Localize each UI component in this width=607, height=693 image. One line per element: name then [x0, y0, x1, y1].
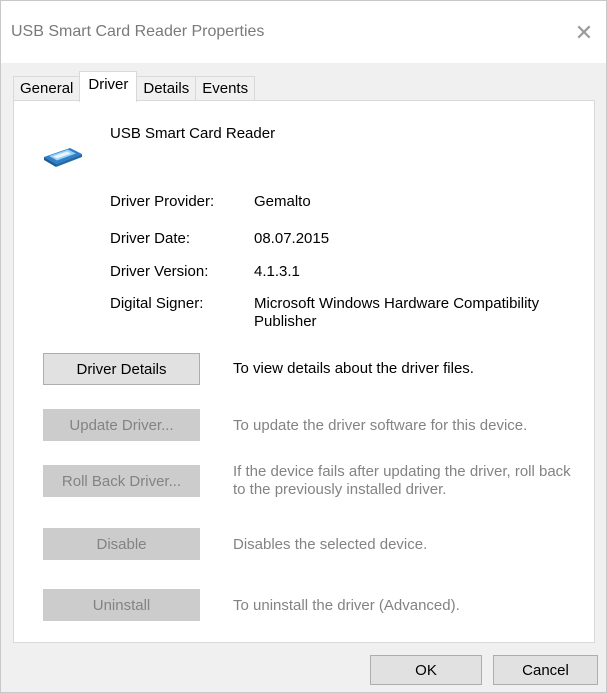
tab-driver[interactable]: Driver	[79, 71, 138, 102]
driver-version-value: 4.1.3.1	[254, 263, 300, 280]
update-driver-description: To update the driver software for this d…	[233, 417, 528, 434]
uninstall-device-button[interactable]: Uninstall	[43, 589, 200, 621]
tab-events[interactable]: Events	[195, 76, 256, 101]
update-driver-button[interactable]: Update Driver...	[43, 409, 200, 441]
title-bar: USB Smart Card Reader Properties ✕	[1, 1, 606, 63]
disable-device-button[interactable]: Disable	[43, 528, 200, 560]
tab-strip: General Driver Details Events	[13, 71, 256, 102]
roll-back-driver-button[interactable]: Roll Back Driver...	[43, 465, 200, 497]
driver-details-description: To view details about the driver files.	[233, 360, 474, 377]
close-button[interactable]: ✕	[562, 13, 606, 53]
digital-signer-label: Digital Signer:	[110, 295, 204, 312]
driver-version-label: Driver Version:	[110, 263, 209, 280]
digital-signer-value: Microsoft Windows Hardware Compatibility…	[254, 295, 540, 330]
tab-details[interactable]: Details	[136, 76, 197, 101]
smart-card-reader-icon	[44, 148, 82, 167]
driver-date-value: 08.07.2015	[254, 230, 330, 247]
driver-provider-value: Gemalto	[254, 193, 311, 210]
window-title: USB Smart Card Reader Properties	[11, 23, 265, 40]
roll-back-driver-description: If the device fails after updating the d…	[233, 463, 571, 498]
ok-button[interactable]: OK	[370, 655, 482, 685]
properties-dialog: USB Smart Card Reader Properties ✕ Gener…	[0, 0, 607, 693]
device-name: USB Smart Card Reader	[110, 125, 276, 142]
close-icon: ✕	[574, 20, 594, 45]
uninstall-device-description: To uninstall the driver (Advanced).	[233, 597, 460, 614]
disable-device-description: Disables the selected device.	[233, 536, 428, 553]
driver-date-label: Driver Date:	[110, 230, 191, 247]
driver-tab-panel: USB Smart Card Reader Driver Provider: G…	[13, 100, 595, 643]
driver-details-button[interactable]: Driver Details	[43, 353, 200, 385]
tab-general[interactable]: General	[13, 76, 81, 101]
driver-provider-label: Driver Provider:	[110, 193, 215, 210]
cancel-button[interactable]: Cancel	[493, 655, 598, 685]
